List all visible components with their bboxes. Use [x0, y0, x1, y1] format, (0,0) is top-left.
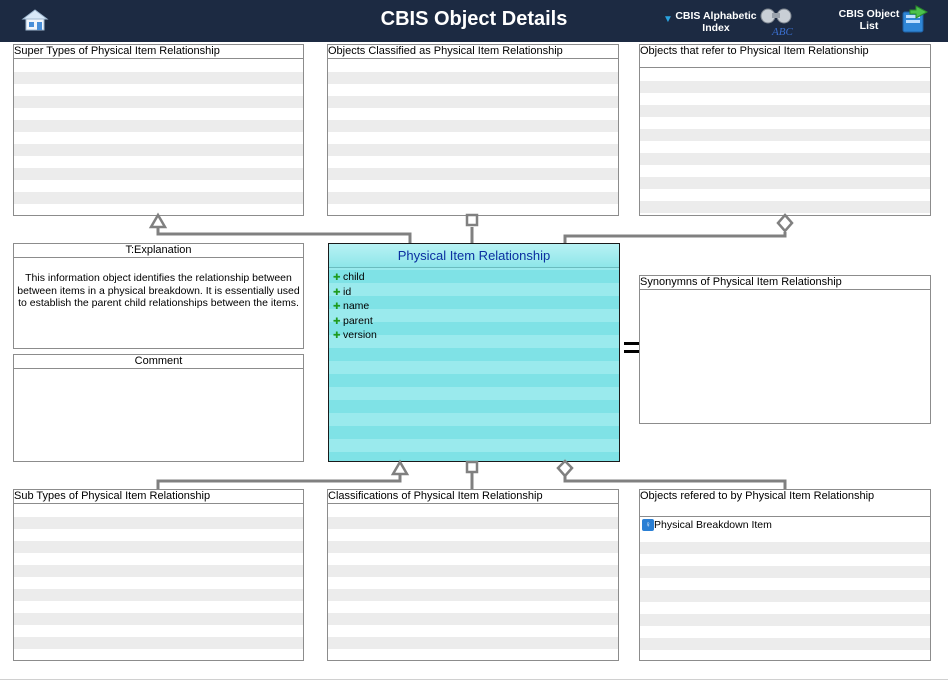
attribute-item[interactable]: ✚ id — [329, 285, 619, 300]
referred-by-list: ♀ Physical Breakdown Item — [640, 518, 930, 660]
synonyms-header: Synonymns of Physical Item Relationship — [640, 276, 930, 290]
refer-to-list[interactable] — [640, 69, 930, 215]
key-icon: ✚ — [333, 330, 341, 341]
entity-box[interactable]: Physical Item Relationship ✚ child ✚ id ✚ n… — [328, 243, 620, 462]
object-list-link[interactable]: CBIS Object List — [834, 4, 934, 38]
entity-title: Physical Item Relationship — [329, 244, 619, 268]
page-title: CBIS Object Details — [380, 8, 568, 30]
classified-as-panel: Objects Classified as Physical Item Rela… — [327, 44, 619, 216]
object-icon: ♀ — [642, 519, 654, 531]
refer-to-header: Objects that refer to Physical Item Rela… — [640, 45, 930, 68]
classified-as-header: Objects Classified as Physical Item Rela… — [328, 45, 618, 59]
explanation-panel: T:Explanation This information object id… — [13, 243, 304, 349]
explanation-text: This information object identifies the r… — [17, 272, 300, 309]
referred-by-header: Objects refered to by Physical Item Rela… — [640, 490, 930, 517]
divider — [0, 679, 948, 680]
list-item-label: Physical Breakdown Item — [654, 519, 772, 531]
super-types-panel: Super Types of Physical Item Relationshi… — [13, 44, 304, 216]
synonyms-panel: Synonymns of Physical Item Relationship — [639, 275, 931, 424]
header-bar: CBIS Object Details ▼ CBIS Alphabetic In… — [0, 0, 948, 42]
list-item[interactable]: ♀ Physical Breakdown Item — [640, 518, 930, 532]
sub-types-panel: Sub Types of Physical Item Relationship — [13, 489, 304, 661]
attribute-item[interactable]: ✚ version — [329, 328, 619, 343]
key-icon: ✚ — [333, 286, 341, 297]
attribute-list: ✚ child ✚ id ✚ name ✚ parent ✚ version — [329, 268, 619, 343]
comment-panel: Comment — [13, 354, 304, 462]
sub-types-header: Sub Types of Physical Item Relationship — [14, 490, 303, 504]
attribute-item[interactable]: ✚ child — [329, 270, 619, 285]
attribute-item[interactable]: ✚ parent — [329, 314, 619, 329]
classifications-list[interactable] — [328, 505, 618, 660]
attribute-label: version — [343, 329, 377, 342]
object-list-label: CBIS Object List — [838, 8, 900, 32]
comment-text[interactable] — [14, 370, 303, 461]
super-types-header: Super Types of Physical Item Relationshi… — [14, 45, 303, 59]
classifications-header: Classifications of Physical Item Relatio… — [328, 490, 618, 504]
key-icon: ✚ — [333, 301, 341, 312]
referred-by-panel: Objects refered to by Physical Item Rela… — [639, 489, 931, 661]
binoculars-icon: ABC — [760, 8, 793, 38]
comment-header: Comment — [14, 355, 303, 369]
sub-types-list[interactable] — [14, 505, 303, 660]
refer-to-panel: Objects that refer to Physical Item Rela… — [639, 44, 931, 216]
classified-as-list[interactable] — [328, 60, 618, 215]
attribute-label: id — [343, 285, 352, 298]
attribute-item[interactable]: ✚ name — [329, 299, 619, 314]
alphabetic-index-label: CBIS Alphabetic Index — [675, 10, 757, 34]
classifications-panel: Classifications of Physical Item Relatio… — [327, 489, 619, 661]
super-types-list[interactable] — [14, 60, 303, 215]
attribute-label: name — [343, 300, 370, 313]
synonyms-list[interactable] — [640, 291, 930, 423]
home-icon[interactable] — [20, 7, 50, 33]
svg-text:ABC: ABC — [771, 26, 793, 38]
attribute-label: child — [343, 271, 365, 283]
key-icon: ✚ — [333, 315, 341, 326]
alphabetic-index-link[interactable]: ▼ CBIS Alphabetic Index ABC — [660, 6, 800, 38]
book-arrow-icon — [902, 5, 929, 33]
explanation-header: T:Explanation — [14, 244, 303, 258]
key-icon: ✚ — [333, 272, 341, 282]
attribute-label: parent — [343, 314, 373, 327]
